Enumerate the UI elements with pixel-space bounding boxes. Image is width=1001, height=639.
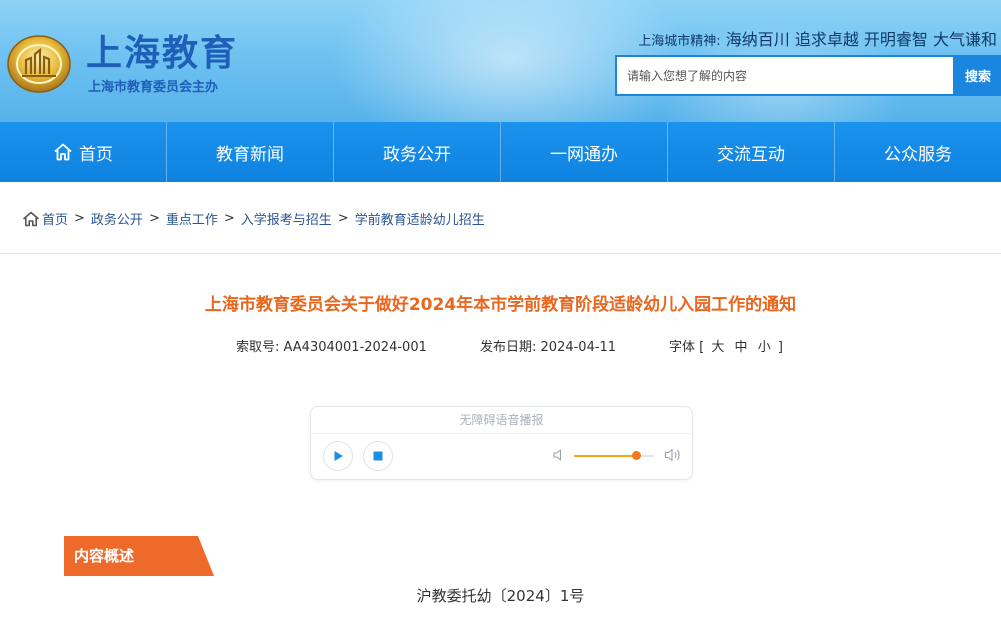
breadcrumb-link-enrollment[interactable]: 入学报考与招生 xyxy=(241,209,332,228)
index-value: AA4304001-2024-001 xyxy=(283,340,427,355)
article-title: 上海市教育委员会关于做好2024年本市学前教育阶段适龄幼儿入园工作的通知 xyxy=(204,295,797,315)
breadcrumb-bar: 首页 > 政务公开 > 重点工作 > 入学报考与招生 > 学前教育适龄幼儿招生 xyxy=(0,182,1001,254)
article-index-number: 索取号: AA4304001-2024-001 xyxy=(236,336,427,355)
section-tag-label: 内容概述 xyxy=(74,547,135,565)
volume-slider[interactable] xyxy=(574,451,654,460)
logo-emblem-icon[interactable] xyxy=(6,30,72,94)
audio-player-title: 无障碍语音播报 xyxy=(311,407,692,434)
nav-item-home[interactable]: 首页 xyxy=(0,122,167,182)
site-header: 上海教育 上海市教育委员会主办 上海城市精神: 海纳百川 追求卓越 开明睿智 大… xyxy=(0,0,1001,122)
nav-item-one-stop-service[interactable]: 一网通办 xyxy=(501,122,668,182)
city-spirit-text: 海纳百川 追求卓越 开明睿智 大气谦和 xyxy=(725,30,997,49)
volume-low-icon[interactable] xyxy=(552,448,566,462)
nav-item-public-service[interactable]: 公众服务 xyxy=(835,122,1001,182)
date-value: 2024-04-11 xyxy=(540,340,617,355)
search-button[interactable]: 搜索 xyxy=(955,55,1001,96)
font-bracket-open: [ xyxy=(699,340,705,355)
main-nav: 首页 教育新闻 政务公开 一网通办 交流互动 公众服务 xyxy=(0,122,1001,182)
home-icon xyxy=(22,211,40,226)
nav-item-label: 一网通办 xyxy=(550,144,618,165)
font-bracket-close: ] xyxy=(777,340,783,355)
nav-item-label: 首页 xyxy=(79,144,113,165)
breadcrumb-separator: > xyxy=(337,211,349,226)
city-spirit: 上海城市精神: 海纳百川 追求卓越 开明睿智 大气谦和 xyxy=(638,26,997,50)
stop-icon xyxy=(373,451,383,461)
city-spirit-label: 上海城市精神: xyxy=(638,34,721,49)
search-box xyxy=(615,55,955,96)
stop-button[interactable] xyxy=(363,441,393,471)
document-number: 沪教委托幼〔2024〕1号 xyxy=(416,587,585,605)
nav-item-label: 交流互动 xyxy=(717,144,785,165)
breadcrumb-separator: > xyxy=(148,211,160,226)
play-icon xyxy=(334,451,343,461)
font-size-label: 字体 xyxy=(669,340,696,355)
breadcrumb-separator: > xyxy=(223,211,235,226)
volume-high-icon[interactable] xyxy=(664,447,682,463)
nav-item-government-affairs[interactable]: 政务公开 xyxy=(334,122,501,182)
search-input[interactable] xyxy=(617,57,953,94)
font-size-large-button[interactable]: 大 xyxy=(711,340,724,355)
nav-item-interaction[interactable]: 交流互动 xyxy=(668,122,835,182)
article-publish-date: 发布日期: 2024-04-11 xyxy=(480,336,616,355)
nav-item-education-news[interactable]: 教育新闻 xyxy=(167,122,334,182)
index-label: 索取号: xyxy=(236,340,280,355)
font-size-small-button[interactable]: 小 xyxy=(758,340,771,355)
nav-item-label: 公众服务 xyxy=(884,144,952,165)
breadcrumb-link-key-work[interactable]: 重点工作 xyxy=(166,209,218,228)
volume-slider-knob[interactable] xyxy=(632,451,642,460)
nav-item-label: 政务公开 xyxy=(383,144,451,165)
audio-player: 无障碍语音播报 xyxy=(310,406,693,480)
date-label: 发布日期: xyxy=(480,340,537,355)
breadcrumb-link-government-affairs[interactable]: 政务公开 xyxy=(91,209,143,228)
volume-slider-fill xyxy=(574,455,637,457)
home-icon xyxy=(54,143,72,161)
site-title[interactable]: 上海教育 xyxy=(86,24,238,76)
font-size-medium-button[interactable]: 中 xyxy=(735,340,748,355)
breadcrumb-separator: > xyxy=(74,211,85,226)
nav-item-label: 教育新闻 xyxy=(216,144,284,165)
section-tag-content-summary: 内容概述 xyxy=(64,536,214,576)
play-button[interactable] xyxy=(323,441,353,471)
breadcrumb-link-home[interactable]: 首页 xyxy=(42,209,68,228)
site-subtitle: 上海市教育委员会主办 xyxy=(88,80,219,95)
breadcrumb: 首页 > 政务公开 > 重点工作 > 入学报考与招生 > 学前教育适龄幼儿招生 xyxy=(22,209,485,228)
font-size-control: 字体 [ 大 中 小 ] xyxy=(669,336,783,355)
breadcrumb-link-preschool-enrollment[interactable]: 学前教育适龄幼儿招生 xyxy=(355,209,485,228)
